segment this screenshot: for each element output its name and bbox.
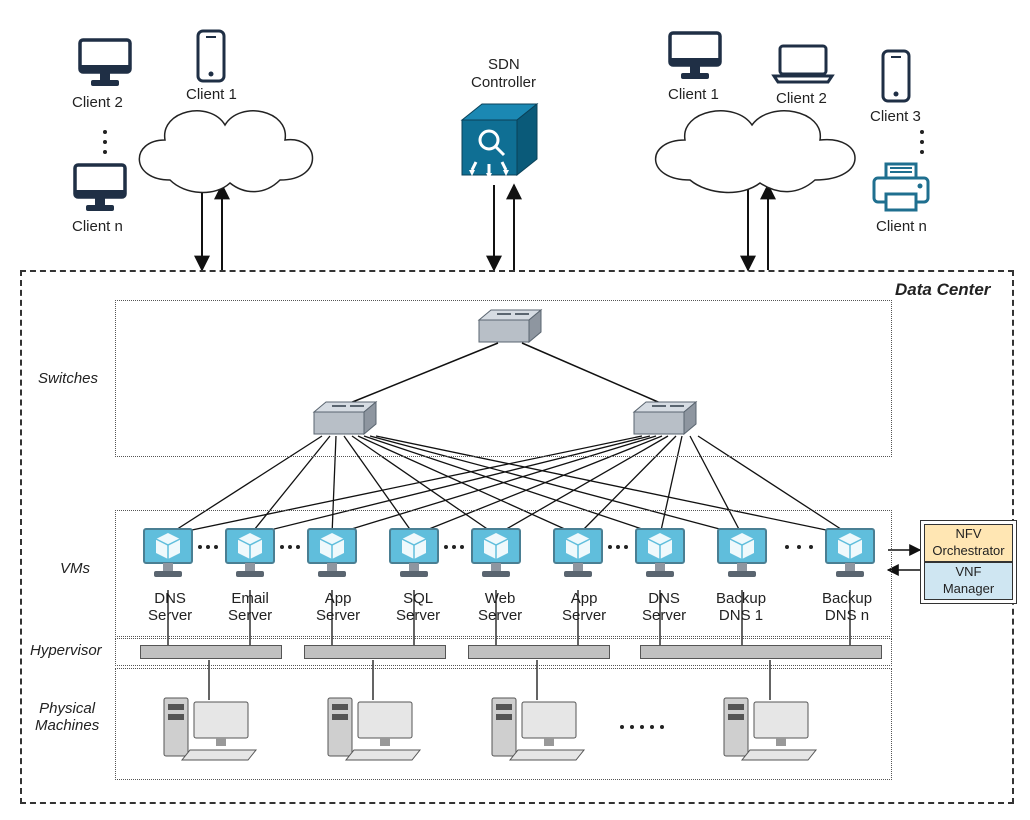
hypervisor-bar xyxy=(468,645,610,659)
client-label: Client 1 xyxy=(668,86,719,103)
hypervisor-bar xyxy=(140,645,282,659)
printer-icon xyxy=(870,160,932,215)
client-label: Client n xyxy=(876,218,927,235)
vnf-manager-box: VNF Manager xyxy=(924,562,1013,600)
vm-icon xyxy=(386,525,442,583)
vm-label: SQLServer xyxy=(396,590,440,624)
sdn-title-line1: SDN xyxy=(488,56,520,73)
cloud-icon xyxy=(115,95,330,205)
hypervisor-bar xyxy=(304,645,446,659)
section-label-physical: Physical Machines xyxy=(35,700,99,734)
vm-label: DNSServer xyxy=(148,590,192,624)
switch-icon xyxy=(632,400,698,438)
client-label: Client 3 xyxy=(870,108,921,125)
ellipsis-icon xyxy=(198,545,218,549)
desktop-icon xyxy=(665,28,725,83)
vm-icon xyxy=(140,525,196,583)
sdn-title-line2: Controller xyxy=(471,74,536,91)
vm-icon xyxy=(468,525,524,583)
client-label: Client 2 xyxy=(72,94,123,111)
section-label-switches: Switches xyxy=(38,370,98,387)
desktop-icon xyxy=(70,160,130,215)
vm-icon xyxy=(822,525,878,583)
server-icon xyxy=(160,690,260,768)
datacenter-title: Data Center xyxy=(895,280,990,300)
nfv-orchestrator-box: NFV Orchestrator xyxy=(924,524,1013,562)
server-icon xyxy=(324,690,424,768)
vm-label: WebServer xyxy=(478,590,522,624)
client-label: Client 2 xyxy=(776,90,827,107)
client-label: Client n xyxy=(72,218,123,235)
client-label: Client 1 xyxy=(186,86,237,103)
vm-icon xyxy=(304,525,360,583)
server-icon xyxy=(488,690,588,768)
sdn-controller-icon xyxy=(460,100,550,185)
hypervisor-bar xyxy=(640,645,882,659)
ellipsis-icon xyxy=(785,545,813,549)
ellipsis-icon xyxy=(280,545,300,549)
ellipsis-icon xyxy=(608,545,628,549)
vm-label: BackupDNS 1 xyxy=(716,590,766,624)
vm-icon xyxy=(550,525,606,583)
ellipsis-icon xyxy=(920,130,924,154)
vm-icon xyxy=(714,525,770,583)
vm-label: BackupDNS n xyxy=(822,590,872,624)
phone-icon xyxy=(880,48,912,104)
vm-label: AppServer xyxy=(562,590,606,624)
ellipsis-icon xyxy=(620,725,664,729)
vm-label: DNSServer xyxy=(642,590,686,624)
phone-icon xyxy=(195,28,227,84)
vm-icon xyxy=(222,525,278,583)
switch-icon xyxy=(477,308,543,346)
section-label-vms: VMs xyxy=(60,560,90,577)
cloud-icon xyxy=(630,95,880,205)
ellipsis-icon xyxy=(103,130,107,154)
vm-label: AppServer xyxy=(316,590,360,624)
vm-icon xyxy=(632,525,688,583)
desktop-icon xyxy=(75,35,135,90)
section-label-hypervisor: Hypervisor xyxy=(30,642,102,659)
server-icon xyxy=(720,690,820,768)
ellipsis-icon xyxy=(444,545,464,549)
vm-label: EmailServer xyxy=(228,590,272,624)
diagram-root: Client 2 Client 1 Client n SDN Controlle… xyxy=(0,0,1030,820)
laptop-icon xyxy=(770,42,836,86)
switch-icon xyxy=(312,400,378,438)
